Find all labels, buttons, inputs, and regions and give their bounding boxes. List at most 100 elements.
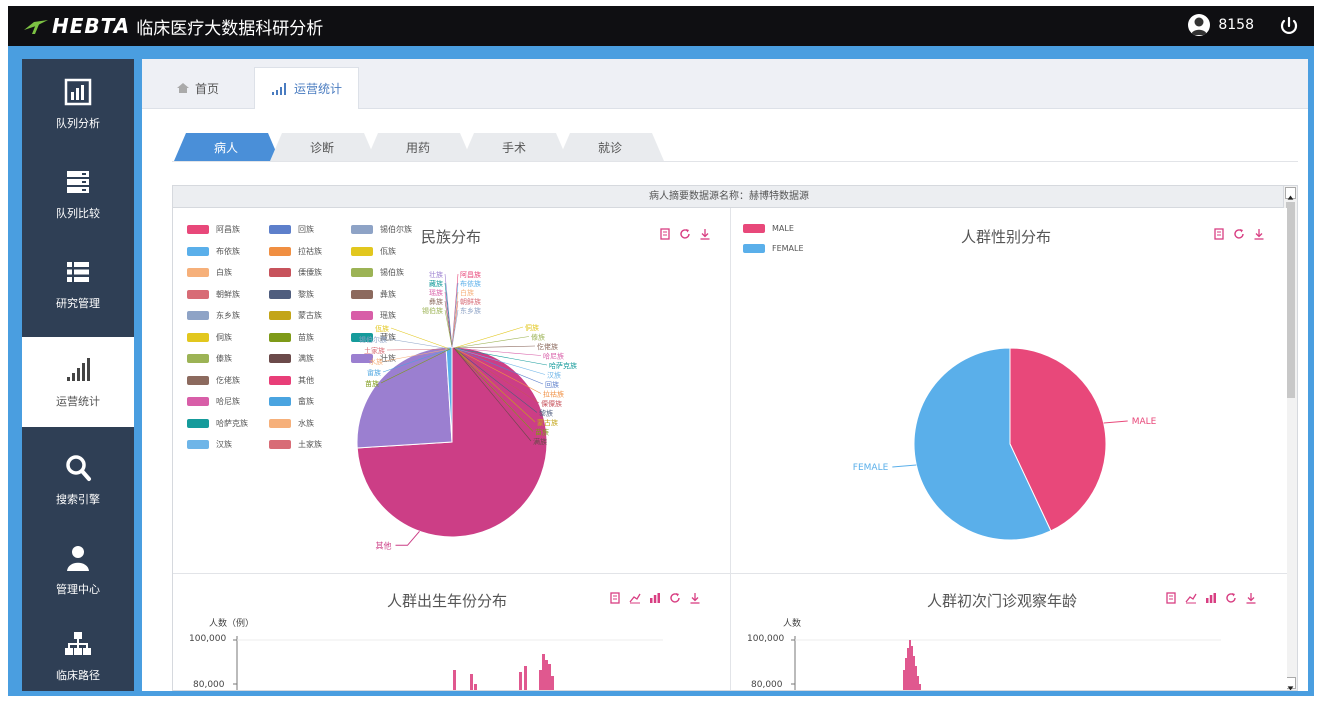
legend-label: 傣族: [216, 354, 232, 363]
sidebar-item-label: 研究管理: [56, 297, 100, 310]
legend-item[interactable]: 朝鲜族: [187, 289, 240, 300]
legend-item[interactable]: 侗族: [187, 332, 232, 343]
sidebar-item-research[interactable]: 研究管理: [22, 239, 134, 329]
tab-label: 运营统计: [294, 82, 343, 96]
callout-label: 畲族: [367, 368, 381, 377]
tab-label: 首页: [195, 81, 220, 96]
legend-item[interactable]: 白族: [187, 267, 232, 278]
subtab-visit[interactable]: 就诊: [562, 133, 658, 161]
legend-label: 东乡族: [216, 311, 240, 320]
legend-item[interactable]: 汉族: [187, 439, 232, 450]
subtab-surgery[interactable]: 手术: [466, 133, 562, 161]
legend-item[interactable]: 布依族: [187, 246, 240, 257]
birth-year-chart-card: 人群出生年份分布 人数（例） 100,000 80,000: [173, 574, 731, 690]
callout-line: [390, 327, 451, 350]
legend-swatch: [269, 397, 291, 406]
slice-label: MALE: [1132, 417, 1157, 427]
sidebar-item-admin[interactable]: 管理中心: [22, 525, 134, 615]
user-menu[interactable]: 8158: [1188, 14, 1254, 36]
legend-swatch: [187, 418, 209, 428]
legend-label: 朝鲜族: [216, 289, 240, 299]
user-avatar-icon: [1188, 14, 1211, 36]
legend-item[interactable]: 其他: [269, 375, 314, 386]
sidebar-item-label: 管理中心: [56, 583, 100, 596]
subtab-diagnosis[interactable]: 诊断: [274, 133, 370, 161]
legend-swatch: [743, 224, 765, 233]
scroll-thumb[interactable]: [1286, 202, 1295, 398]
callout-label: 傣族: [531, 333, 545, 342]
legend-label: 白族: [216, 268, 232, 277]
legend-label: MALE: [772, 224, 794, 233]
legend-swatch: [269, 375, 291, 385]
subtab-patient[interactable]: 病人: [178, 133, 274, 161]
legend-label: 哈萨克族: [216, 418, 248, 428]
callout-label: 瑶族: [429, 288, 443, 297]
callout-label: 白族: [460, 288, 474, 297]
callout-label: 朝鲜族: [460, 297, 481, 306]
legend-item[interactable]: 黎族: [269, 289, 314, 300]
legend-swatch: [187, 268, 209, 277]
callout-label: 水族: [369, 357, 383, 366]
panel-header: 病人摘要数据源名称：赫博特数据源: [173, 186, 1285, 208]
legend-swatch: [187, 375, 209, 385]
legend-item[interactable]: 阿昌族: [187, 224, 240, 235]
legend-label: 布依族: [216, 246, 240, 256]
callout-line: [1103, 420, 1128, 424]
sidebar-item-clinical-path[interactable]: 临床路径: [22, 611, 134, 701]
legend-swatch: [187, 397, 209, 406]
legend-item[interactable]: MALE: [743, 224, 794, 233]
callout-line: [388, 338, 451, 350]
legend-item[interactable]: 水族: [269, 418, 314, 429]
sidebar-item-search[interactable]: 搜索引擎: [22, 435, 134, 525]
sidebar-item-cohort-analysis[interactable]: 队列分析: [22, 59, 134, 149]
legend-swatch: [269, 332, 291, 342]
legend-item[interactable]: 回族: [269, 224, 314, 235]
callout-label: 锡伯族: [422, 306, 443, 315]
signal-bars-icon: [63, 355, 93, 385]
legend-swatch: [187, 289, 209, 299]
logo-mark-icon: [24, 20, 48, 34]
gender-chart-card: 人群性别分布 MALE FEMALE MALE FEMALE: [731, 208, 1287, 574]
legend-label: 汉族: [216, 440, 232, 449]
tab-home[interactable]: 首页: [160, 67, 235, 109]
legend-swatch: [187, 332, 209, 342]
sidebar-item-operations[interactable]: 运营统计: [22, 337, 134, 427]
callout-label: 蒙古族: [537, 418, 558, 427]
legend-label: 阿昌族: [216, 225, 240, 234]
legend-swatch: [269, 354, 291, 363]
legend-swatch: [187, 311, 209, 320]
tab-operations[interactable]: 运营统计: [254, 67, 360, 109]
callout-label: 阿昌族: [460, 270, 481, 279]
server-icon: [63, 167, 93, 197]
sidebar-item-label: 运营统计: [56, 395, 100, 408]
callout-label: 布依族: [460, 279, 481, 288]
callout-label: 拉祜族: [543, 390, 564, 399]
sidebar-item-label: 临床路径: [56, 669, 100, 682]
power-icon[interactable]: [1278, 15, 1300, 37]
user-id: 8158: [1218, 17, 1254, 33]
legend-label: 侗族: [216, 332, 232, 342]
sidebar-item-cohort-compare[interactable]: 队列比较: [22, 149, 134, 239]
legend-label: 哈尼族: [216, 397, 240, 406]
callout-label: 仡佬族: [537, 342, 558, 351]
legend-item[interactable]: 东乡族: [187, 310, 240, 321]
user-icon: [63, 543, 93, 573]
bar-chart-icon: [63, 77, 93, 107]
legend-item[interactable]: 仡佬族: [187, 375, 240, 386]
legend-item[interactable]: 傣族: [187, 353, 232, 364]
legend-swatch: [187, 225, 209, 234]
legend-swatch: [269, 418, 291, 428]
legend-item[interactable]: 满族: [269, 353, 314, 364]
legend-item[interactable]: 哈萨克族: [187, 418, 248, 429]
subtab-medication[interactable]: 用药: [370, 133, 466, 161]
top-bar: HEBTA 临床医疗大数据科研分析 8158: [8, 6, 1314, 46]
scroll-up-button[interactable]: [1285, 187, 1296, 200]
legend-item[interactable]: 锡伯尔族: [351, 224, 412, 235]
tab-bar: 首页 运营统计: [142, 59, 1308, 109]
legend-item[interactable]: 苗族: [269, 332, 314, 343]
callout-line: [395, 530, 420, 546]
legend-item[interactable]: 哈尼族: [187, 396, 240, 407]
legend-swatch: [187, 440, 209, 449]
callout-label: 苗族: [365, 379, 379, 388]
legend-item[interactable]: 畲族: [269, 396, 314, 407]
